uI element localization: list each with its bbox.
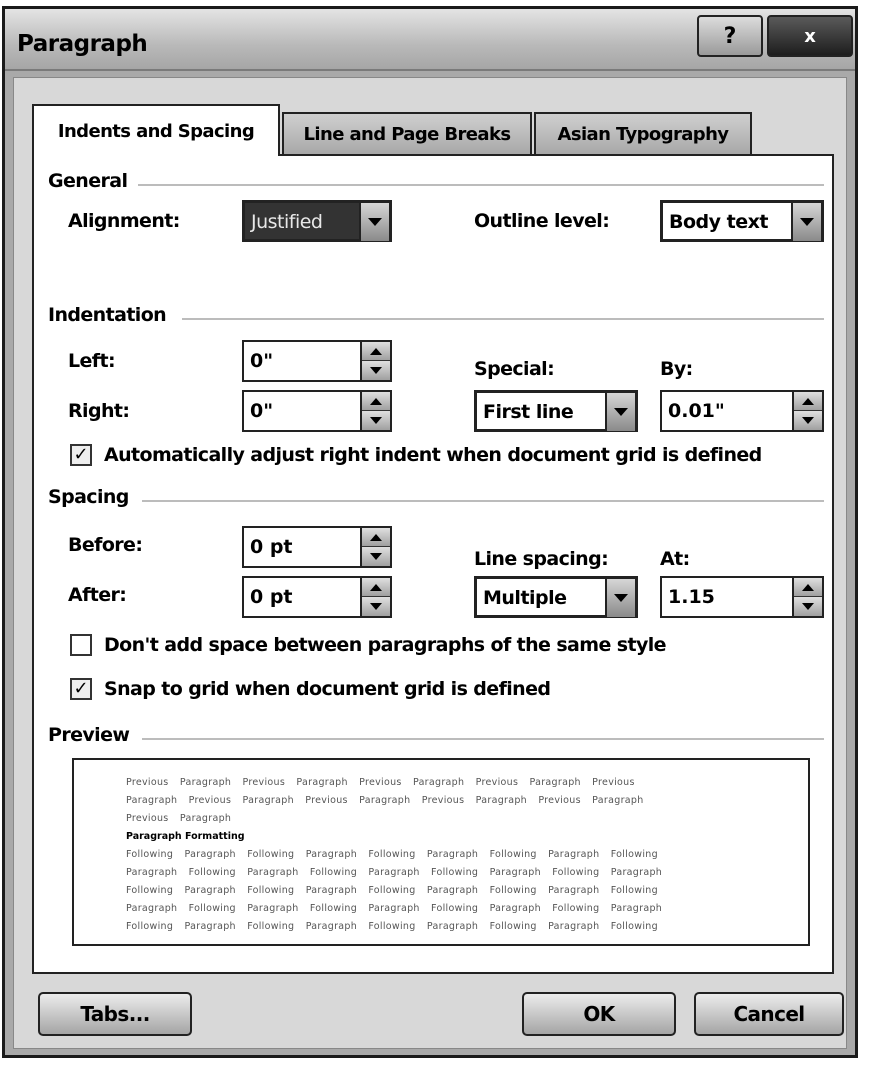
dont-add-space-label: Don't add space between paragraphs of th…	[104, 634, 667, 656]
preview-line: Previous Paragraph Previous Paragraph Pr…	[126, 777, 635, 788]
preview-line: Previous Paragraph	[126, 813, 232, 824]
right-indent-label: Right:	[68, 400, 130, 422]
outline-level-label: Outline level:	[474, 210, 610, 232]
left-indent-label: Left:	[68, 350, 116, 372]
chevron-down-icon[interactable]	[359, 203, 389, 241]
outline-level-value: Body text	[669, 211, 768, 233]
chevron-down-icon[interactable]	[605, 579, 635, 617]
spin-up-icon[interactable]	[362, 342, 390, 361]
left-indent-value: 0"	[250, 350, 274, 372]
tab-asian-typography[interactable]: Asian Typography	[534, 112, 752, 154]
preview-line: Paragraph Following Paragraph Following …	[126, 903, 663, 914]
spacing-divider	[142, 500, 824, 502]
at-spinner[interactable]: 1.15	[660, 576, 824, 618]
help-icon: ?	[723, 23, 737, 49]
line-spacing-value: Multiple	[483, 587, 567, 609]
by-label: By:	[660, 358, 693, 380]
ok-button[interactable]: OK	[522, 992, 676, 1036]
snap-to-grid-label: Snap to grid when document grid is defin…	[104, 678, 551, 700]
special-select[interactable]: First line	[474, 390, 638, 432]
left-indent-spinner[interactable]: 0"	[242, 340, 392, 382]
indentation-heading: Indentation	[48, 304, 167, 326]
right-indent-value: 0"	[250, 400, 274, 422]
spacing-heading: Spacing	[48, 486, 129, 508]
dont-add-space-checkbox[interactable]	[70, 634, 92, 656]
after-value: 0 pt	[250, 586, 293, 608]
alignment-label: Alignment:	[68, 210, 180, 232]
preview-line: Paragraph Following Paragraph Following …	[126, 867, 663, 878]
chevron-down-icon[interactable]	[791, 203, 821, 241]
by-value: 0.01"	[668, 400, 725, 422]
snap-to-grid-checkbox[interactable]: ✓	[70, 678, 92, 700]
paragraph-preview: Previous Paragraph Previous Paragraph Pr…	[72, 758, 810, 946]
before-value: 0 pt	[250, 536, 293, 558]
tab-line-and-page-breaks[interactable]: Line and Page Breaks	[282, 112, 532, 154]
alignment-value: Justified	[251, 211, 323, 233]
general-heading: General	[48, 170, 128, 192]
chevron-down-icon[interactable]	[605, 393, 635, 431]
tab-panel: General Alignment: Justified Outline lev…	[32, 154, 834, 974]
auto-adjust-label: Automatically adjust right indent when d…	[104, 444, 762, 466]
preview-line: Following Paragraph Following Paragraph …	[126, 849, 658, 860]
special-label: Special:	[474, 358, 555, 380]
general-divider	[138, 184, 824, 186]
cancel-button[interactable]: Cancel	[694, 992, 844, 1036]
spin-up-icon[interactable]	[794, 392, 822, 411]
preview-heading: Preview	[48, 724, 130, 746]
check-icon: ✓	[73, 678, 89, 699]
spin-up-icon[interactable]	[362, 392, 390, 411]
paragraph-dialog: Paragraph ? x Indents and Spacing Line a…	[2, 6, 858, 1058]
preview-formatted-line: Paragraph Formatting	[126, 831, 245, 842]
close-button[interactable]: x	[767, 15, 853, 57]
tabs-button[interactable]: Tabs...	[38, 992, 192, 1036]
spin-down-icon[interactable]	[362, 597, 390, 616]
auto-adjust-checkbox[interactable]: ✓	[70, 444, 92, 466]
by-spinner[interactable]: 0.01"	[660, 390, 824, 432]
line-spacing-label: Line spacing:	[474, 548, 609, 570]
preview-line: Following Paragraph Following Paragraph …	[126, 921, 658, 932]
title-bar: Paragraph ? x	[5, 9, 855, 71]
right-indent-spinner[interactable]: 0"	[242, 390, 392, 432]
dialog-body: Indents and Spacing Line and Page Breaks…	[13, 77, 847, 1049]
line-spacing-select[interactable]: Multiple	[474, 576, 638, 618]
before-label: Before:	[68, 534, 143, 556]
alignment-select[interactable]: Justified	[242, 200, 392, 242]
before-spinner[interactable]: 0 pt	[242, 526, 392, 568]
spin-down-icon[interactable]	[794, 597, 822, 616]
check-icon: ✓	[73, 444, 89, 465]
spin-up-icon[interactable]	[794, 578, 822, 597]
indentation-divider	[182, 318, 824, 320]
spin-down-icon[interactable]	[362, 547, 390, 566]
special-value: First line	[483, 401, 574, 423]
spin-down-icon[interactable]	[362, 411, 390, 430]
after-spinner[interactable]: 0 pt	[242, 576, 392, 618]
spin-up-icon[interactable]	[362, 578, 390, 597]
spin-down-icon[interactable]	[794, 411, 822, 430]
dialog-title: Paragraph	[17, 31, 148, 57]
close-icon: x	[804, 25, 816, 47]
help-button[interactable]: ?	[697, 15, 763, 57]
after-label: After:	[68, 584, 127, 606]
spin-up-icon[interactable]	[362, 528, 390, 547]
at-value: 1.15	[668, 586, 715, 608]
preview-line: Following Paragraph Following Paragraph …	[126, 885, 658, 896]
spin-down-icon[interactable]	[362, 361, 390, 380]
preview-line: Paragraph Previous Paragraph Previous Pa…	[126, 795, 644, 806]
tab-indents-and-spacing[interactable]: Indents and Spacing	[32, 104, 280, 156]
outline-level-select[interactable]: Body text	[660, 200, 824, 242]
at-label: At:	[660, 548, 690, 570]
preview-divider	[142, 738, 824, 740]
